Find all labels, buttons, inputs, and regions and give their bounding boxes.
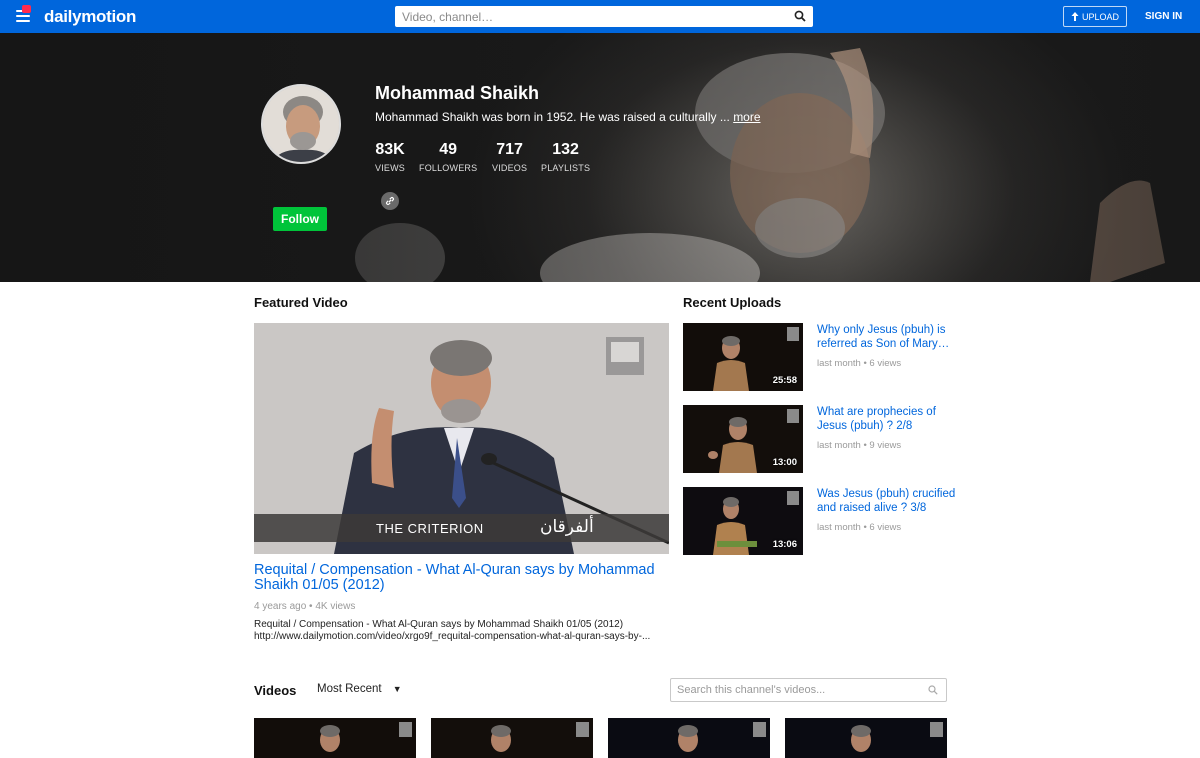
recent-video-title[interactable]: Was Jesus (pbuh) crucified and raised al…: [817, 487, 967, 515]
stat-value: 717: [496, 141, 523, 158]
stat-value: 132: [552, 141, 579, 158]
stat-views: 83K VIEWS: [375, 141, 405, 173]
description-line: Requital / Compensation - What Al-Quran …: [254, 619, 624, 630]
recent-video-title[interactable]: What are prophecies of Jesus (pbuh) ? 2/…: [817, 405, 967, 433]
video-grid-thumbnail[interactable]: [431, 718, 593, 758]
recent-video-title[interactable]: Why only Jesus (pbuh) is referred as Son…: [817, 323, 967, 351]
channel-banner: Mohammad Shaikh Mohammad Shaikh was born…: [0, 33, 1200, 282]
featured-video-heading: Featured Video: [254, 295, 348, 310]
sign-in-link[interactable]: SIGN IN: [1145, 11, 1182, 22]
sort-dropdown[interactable]: Most Recent ▼: [317, 683, 402, 695]
video-grid-thumbnail[interactable]: [254, 718, 416, 758]
video-duration: 25:58: [772, 375, 797, 386]
stat-playlists: 132 PLAYLISTS: [541, 141, 590, 173]
stat-label: FOLLOWERS: [419, 163, 478, 173]
search-icon[interactable]: [794, 10, 806, 22]
stat-label: PLAYLISTS: [541, 163, 591, 173]
notification-dot-icon: [22, 5, 31, 13]
recent-video-thumbnail[interactable]: 13:00: [683, 405, 803, 473]
list-item: 25:58 Why only Jesus (pbuh) is referred …: [683, 323, 973, 391]
recent-video-meta: last month • 9 views: [817, 440, 902, 451]
upload-arrow-icon: [1071, 12, 1079, 21]
stat-value: 49: [439, 141, 458, 158]
video-grid-thumbnail[interactable]: [608, 718, 770, 758]
dailymotion-logo[interactable]: dailymotion: [44, 7, 136, 27]
chain-link-icon: [385, 196, 395, 206]
top-navbar: dailymotion UPLOAD SIGN IN: [0, 0, 1200, 33]
featured-video-title[interactable]: Requital / Compensation - What Al-Quran …: [254, 563, 674, 593]
video-duration: 13:06: [772, 539, 797, 550]
banner-overlay: [0, 33, 1200, 282]
recent-video-meta: last month • 6 views: [817, 358, 902, 369]
channel-description-text: Mohammad Shaikh was born in 1952. He was…: [375, 110, 730, 124]
search-input[interactable]: [395, 6, 775, 27]
recent-video-meta: last month • 6 views: [817, 522, 902, 533]
video-grid-thumbnail[interactable]: [785, 718, 947, 758]
sort-value: Most Recent: [317, 683, 382, 695]
channel-search-bar: [670, 678, 947, 702]
list-item: 13:00 What are prophecies of Jesus (pbuh…: [683, 405, 973, 473]
more-link[interactable]: more: [733, 110, 760, 124]
recent-video-thumbnail[interactable]: 13:06: [683, 487, 803, 555]
channel-name: Mohammad Shaikh: [375, 83, 540, 103]
description-url: http://www.dailymotion.com/video/xrgo9f_…: [254, 631, 651, 642]
search-bar: [395, 6, 813, 27]
featured-video-description: Requital / Compensation - What Al-Quran …: [254, 619, 669, 643]
follow-button[interactable]: Follow: [273, 207, 327, 231]
upload-button[interactable]: UPLOAD: [1063, 6, 1127, 27]
grid-video-image: [608, 718, 770, 758]
link-icon[interactable]: [381, 192, 399, 210]
search-icon[interactable]: [928, 685, 938, 695]
videos-heading: Videos: [254, 683, 297, 698]
chevron-down-icon: ▼: [392, 684, 402, 694]
channel-avatar[interactable]: [261, 84, 341, 164]
video-caption-text: THE CRITERION: [376, 521, 484, 536]
stat-videos: 717 VIDEOS: [492, 141, 527, 173]
grid-video-image: [431, 718, 593, 758]
upload-label: UPLOAD: [1081, 11, 1119, 22]
recent-uploads-heading: Recent Uploads: [683, 295, 782, 310]
stat-followers: 49 FOLLOWERS: [419, 141, 477, 173]
channel-description: Mohammad Shaikh was born in 1952. He was…: [375, 110, 761, 124]
featured-video-meta: 4 years ago • 4K views: [254, 601, 356, 612]
stat-label: VIEWS: [375, 163, 406, 173]
stat-value: 83K: [375, 141, 405, 158]
grid-video-image: [254, 718, 416, 758]
stat-label: VIDEOS: [492, 163, 528, 173]
grid-video-image: [785, 718, 947, 758]
video-duration: 13:00: [772, 457, 797, 468]
video-caption-arabic: ألفرقان: [540, 517, 594, 537]
list-item: 13:06 Was Jesus (pbuh) crucified and rai…: [683, 487, 973, 555]
featured-video-thumbnail[interactable]: THE CRITERION ألفرقان: [254, 323, 669, 554]
channel-search-input[interactable]: [671, 679, 921, 701]
recent-video-thumbnail[interactable]: 25:58: [683, 323, 803, 391]
